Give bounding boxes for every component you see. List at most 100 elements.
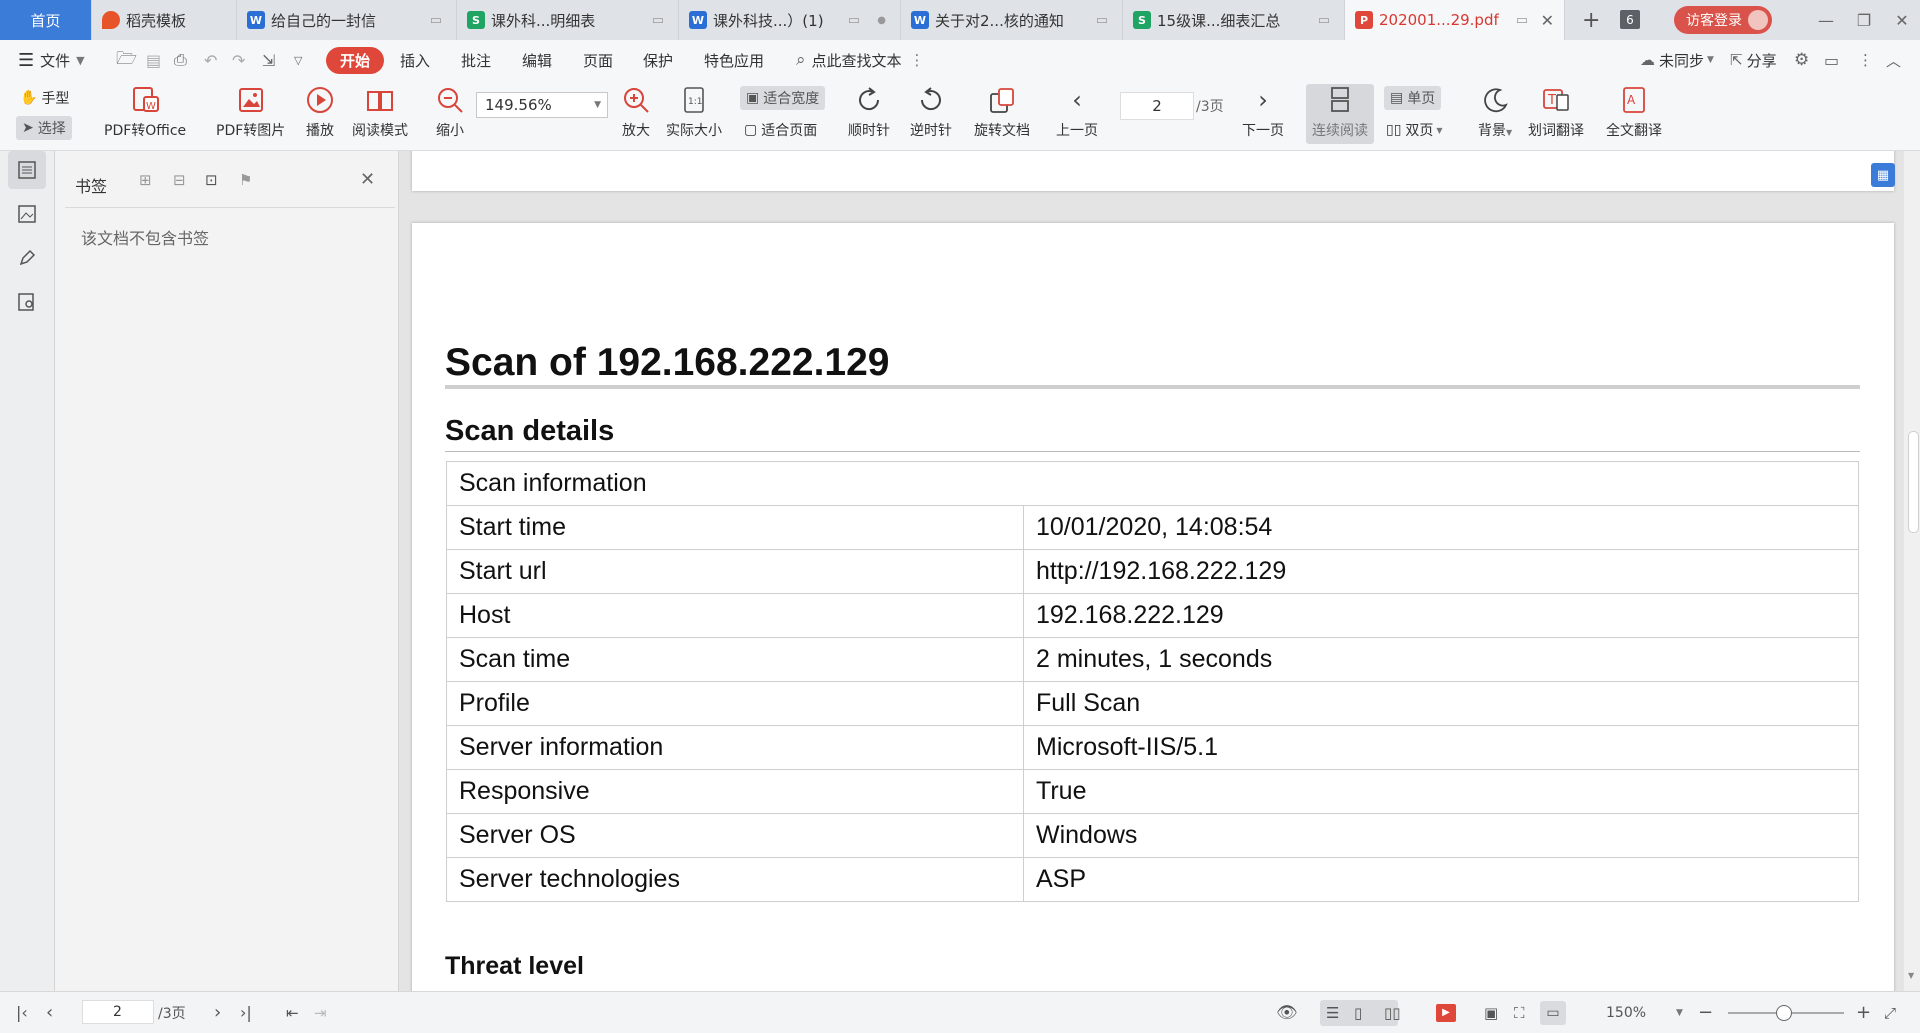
tab-document[interactable]: S 15级课...细表汇总 ▭ bbox=[1123, 0, 1345, 40]
menu-special[interactable]: 特色应用 bbox=[704, 40, 764, 80]
play-slideshow-icon[interactable]: ▶ bbox=[1436, 992, 1456, 1033]
rotate-ccw-button[interactable]: 逆时针 bbox=[910, 84, 952, 140]
hand-tool[interactable]: ✋ 手型 bbox=[20, 88, 69, 108]
thumbnail-icon[interactable] bbox=[8, 195, 46, 233]
zoom-out-status-icon[interactable]: − bbox=[1698, 992, 1713, 1033]
floating-tool-icon[interactable]: ▦ bbox=[1871, 163, 1895, 187]
last-page-icon[interactable]: ›| bbox=[240, 992, 252, 1033]
full-translate-icon: A bbox=[1618, 84, 1650, 116]
menu-insert[interactable]: 插入 bbox=[400, 40, 430, 80]
menu-edit[interactable]: 编辑 bbox=[522, 40, 552, 80]
more-icon[interactable]: ⋮ bbox=[910, 51, 925, 69]
fit-page-status-icon[interactable]: ⛶ bbox=[1514, 992, 1525, 1033]
continuous-view-icon[interactable]: ☰ bbox=[1326, 992, 1339, 1033]
read-mode-button[interactable]: 阅读模式 bbox=[352, 84, 408, 140]
zoom-out-button[interactable]: 缩小 bbox=[434, 84, 466, 140]
double-page-button[interactable]: ▯▯ 双页 ▼ bbox=[1386, 120, 1443, 140]
next-page-button[interactable]: › 下一页 bbox=[1242, 84, 1284, 140]
tab-document[interactable]: W 关于对2...核的通知 ▭ bbox=[901, 0, 1123, 40]
tab-document[interactable]: W 给自己的一封信 ▭ bbox=[237, 0, 457, 40]
tab-document[interactable]: W 课外科技...）(1) ▭ ● bbox=[679, 0, 901, 40]
close-tab-icon[interactable]: ✕ bbox=[1541, 11, 1554, 30]
remove-bookmark-icon[interactable]: ⊟ bbox=[173, 171, 186, 189]
more-quick-icon[interactable]: ▽ bbox=[294, 40, 302, 80]
file-menu[interactable]: ☰ 文件 ▼ bbox=[18, 40, 85, 80]
zoom-in-button[interactable]: 放大 bbox=[620, 84, 652, 140]
first-page-icon[interactable]: |‹ bbox=[16, 992, 28, 1033]
zoom-percent[interactable]: 150% bbox=[1606, 992, 1646, 1033]
bookmark-panel-icon[interactable] bbox=[8, 151, 46, 189]
vertical-scrollbar[interactable]: ▼ bbox=[1904, 151, 1920, 991]
word-translate-button[interactable]: T 划词翻译 bbox=[1528, 84, 1584, 140]
tab-active-pdf[interactable]: P 202001...29.pdf ▭ ✕ bbox=[1345, 0, 1565, 40]
sync-status[interactable]: ☁ 未同步 ▼ bbox=[1640, 40, 1714, 80]
select-tool[interactable]: ➤ 选择 bbox=[16, 116, 72, 140]
scroll-down-icon[interactable]: ▼ bbox=[1908, 971, 1914, 980]
rotate-doc-button[interactable]: 旋转文档 bbox=[974, 84, 1030, 140]
pdf-to-image-button[interactable]: PDF转图片 bbox=[216, 84, 285, 140]
close-panel-icon[interactable]: ✕ bbox=[360, 169, 375, 190]
forward-icon[interactable]: ⇥ bbox=[314, 992, 327, 1033]
new-tab-button[interactable]: + bbox=[1582, 0, 1600, 40]
bookmark-flag-icon[interactable]: ⚑ bbox=[239, 171, 252, 189]
minimize-icon[interactable]: — bbox=[1808, 0, 1844, 40]
undo-icon[interactable]: ↶ bbox=[204, 40, 217, 80]
chevron-down-icon[interactable]: ▼ bbox=[1676, 992, 1683, 1033]
add-bookmark-icon[interactable]: ⊞ bbox=[139, 171, 152, 189]
row-label-cell: Server OS bbox=[446, 813, 1024, 858]
share-button[interactable]: ⇱ 分享 bbox=[1730, 40, 1777, 80]
print-icon[interactable]: ⎙ bbox=[174, 40, 187, 80]
prev-page-button[interactable]: ‹ 上一页 bbox=[1056, 84, 1098, 140]
pdf-to-office-button[interactable]: W PDF转Office bbox=[104, 84, 186, 140]
open-icon[interactable]: 🗁 bbox=[116, 40, 137, 80]
rotate-cw-button[interactable]: 顺时针 bbox=[848, 84, 890, 140]
document-viewer[interactable]: Scan of 192.168.222.129 Scan details Sca… bbox=[399, 151, 1904, 991]
zoom-in-status-icon[interactable]: + bbox=[1856, 992, 1871, 1033]
play-button[interactable]: 播放 bbox=[304, 84, 336, 140]
fit-width-button[interactable]: ▣ 适合宽度 bbox=[740, 86, 826, 110]
status-page-input[interactable]: 2 bbox=[82, 1000, 154, 1024]
eye-protect-icon[interactable]: 👁 bbox=[1276, 992, 1298, 1033]
save-icon[interactable]: ▤ bbox=[146, 40, 161, 80]
restore-icon[interactable]: ❐ bbox=[1846, 0, 1882, 40]
single-page-button[interactable]: ▤ 单页 bbox=[1384, 86, 1442, 110]
continuous-read-button[interactable]: 连续阅读 bbox=[1306, 84, 1374, 144]
tab-home[interactable]: 首页 bbox=[0, 0, 92, 40]
next-page-icon[interactable]: › bbox=[214, 992, 221, 1033]
more-icon[interactable]: ⋮ bbox=[1858, 40, 1873, 80]
menu-protect[interactable]: 保护 bbox=[643, 40, 673, 80]
fit-width-status-icon[interactable]: ▭ bbox=[1540, 1001, 1566, 1025]
actual-size-status-icon[interactable]: ▣ bbox=[1484, 992, 1498, 1033]
login-button[interactable]: 访客登录 bbox=[1674, 6, 1772, 34]
search-panel-icon[interactable] bbox=[8, 283, 46, 321]
full-translate-button[interactable]: A 全文翻译 bbox=[1606, 84, 1662, 140]
annotation-icon[interactable] bbox=[8, 239, 46, 277]
collapse-ribbon-icon[interactable]: ︿ bbox=[1886, 40, 1901, 80]
find-text[interactable]: ⌕ 点此查找文本 ⋮ bbox=[796, 40, 925, 80]
export-icon[interactable]: ⇲ bbox=[262, 40, 275, 80]
background-button[interactable]: 背景▼ bbox=[1478, 84, 1512, 140]
edit-bookmark-icon[interactable]: ⊡ bbox=[205, 171, 218, 189]
back-icon[interactable]: ⇤ bbox=[286, 992, 299, 1033]
scrollbar-thumb[interactable] bbox=[1908, 431, 1919, 533]
actual-size-button[interactable]: 1:1 实际大小 bbox=[666, 84, 722, 140]
zoom-select[interactable]: 149.56% ▼ bbox=[476, 92, 608, 118]
zoom-slider-thumb[interactable] bbox=[1776, 1005, 1792, 1021]
comment-icon[interactable]: ▭ bbox=[1824, 40, 1839, 80]
single-page-label: 单页 bbox=[1407, 91, 1436, 107]
settings-icon[interactable]: ⚙ bbox=[1794, 40, 1809, 80]
page-number-input[interactable]: 2 bbox=[1120, 92, 1194, 120]
single-view-icon[interactable]: ▯ bbox=[1354, 992, 1362, 1033]
tab-docer[interactable]: 稻壳模板 bbox=[92, 0, 237, 40]
menu-annotate[interactable]: 批注 bbox=[461, 40, 491, 80]
close-window-icon[interactable]: ✕ bbox=[1884, 0, 1920, 40]
menu-start[interactable]: 开始 bbox=[326, 40, 385, 80]
prev-page-icon[interactable]: ‹ bbox=[46, 992, 53, 1033]
fullscreen-icon[interactable]: ⤢ bbox=[1884, 992, 1896, 1033]
tab-count-badge[interactable]: 6 bbox=[1620, 10, 1640, 29]
redo-icon[interactable]: ↷ bbox=[232, 40, 245, 80]
tab-document[interactable]: S 课外科...明细表 ▭ bbox=[457, 0, 679, 40]
fit-page-button[interactable]: ▢ 适合页面 bbox=[744, 120, 817, 140]
menu-page[interactable]: 页面 bbox=[583, 40, 613, 80]
double-view-icon[interactable]: ▯▯ bbox=[1384, 992, 1401, 1033]
